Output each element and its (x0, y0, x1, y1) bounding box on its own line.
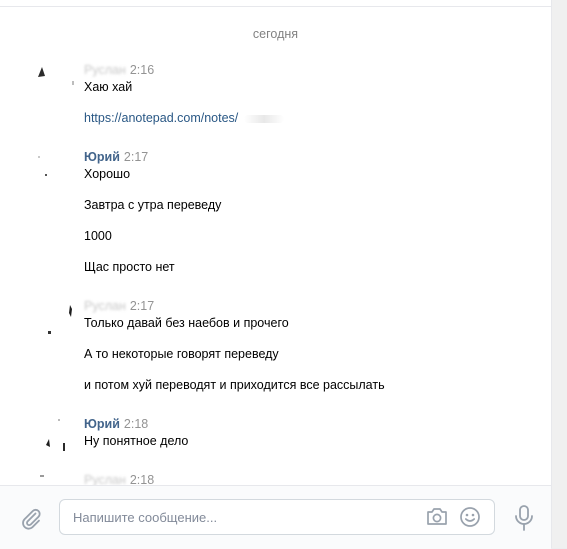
camera-icon[interactable] (425, 506, 449, 533)
message-history[interactable]: сегодня Руслан 2:16 Хаю хай https://anote… (0, 7, 551, 485)
avatar[interactable] (36, 150, 80, 190)
message-header: Руслан 2:16 (84, 63, 154, 79)
author-name[interactable]: Юрий (84, 417, 120, 431)
message-text: Завтра с утра переведу (84, 198, 222, 212)
message-time[interactable]: 2:18 (124, 417, 148, 431)
avatar[interactable] (36, 299, 80, 339)
message-text: А то некоторые говорят переведу (84, 347, 279, 361)
message-input-placeholder: Напишите сообщение... (73, 510, 218, 525)
message-header: Юрий 2:17 (84, 150, 148, 166)
message-time[interactable]: 2:16 (130, 63, 154, 77)
avatar[interactable] (36, 417, 80, 457)
message-link[interactable]: https://anotepad.com/notes/ (84, 111, 238, 125)
message-text: 1000 (84, 229, 112, 243)
message-header: Руслан 2:18 (84, 473, 154, 485)
message-time[interactable]: 2:17 (130, 299, 154, 313)
message-input[interactable]: Напишите сообщение... (59, 499, 495, 535)
message-time[interactable]: 2:18 (130, 473, 154, 485)
message-header: Юрий 2:18 (84, 417, 148, 433)
message-composer: Напишите сообщение... (0, 485, 551, 549)
message-link-line: https://anotepad.com/notes/ (84, 111, 285, 125)
author-name[interactable]: Руслан (84, 299, 126, 313)
redaction-mark (244, 114, 285, 123)
date-separator: сегодня (252, 27, 299, 41)
author-name[interactable]: Руслан (84, 473, 126, 485)
message-time[interactable]: 2:17 (124, 150, 148, 164)
message-text: Хорошо (84, 167, 131, 181)
chat-panel: сегодня Руслан 2:16 Хаю хай https://anote… (0, 0, 552, 549)
panel-top-border (0, 0, 551, 7)
message-text: Щас просто нет (84, 260, 175, 274)
page-scrollbar[interactable] (552, 0, 567, 548)
message-text: Ну понятное дело (84, 434, 189, 448)
avatar[interactable] (36, 63, 80, 103)
message-text: и потом хуй переводят и приходится все р… (84, 378, 385, 392)
smiley-icon[interactable] (458, 505, 482, 534)
paperclip-icon[interactable] (19, 506, 43, 535)
message-text: Хаю хай (84, 80, 133, 94)
author-name[interactable]: Юрий (84, 150, 120, 164)
author-name[interactable]: Руслан (84, 63, 126, 77)
microphone-icon[interactable] (512, 504, 536, 537)
message-text: Только давай без наебов и прочего (84, 316, 289, 330)
avatar[interactable] (36, 473, 80, 485)
message-header: Руслан 2:17 (84, 299, 154, 315)
